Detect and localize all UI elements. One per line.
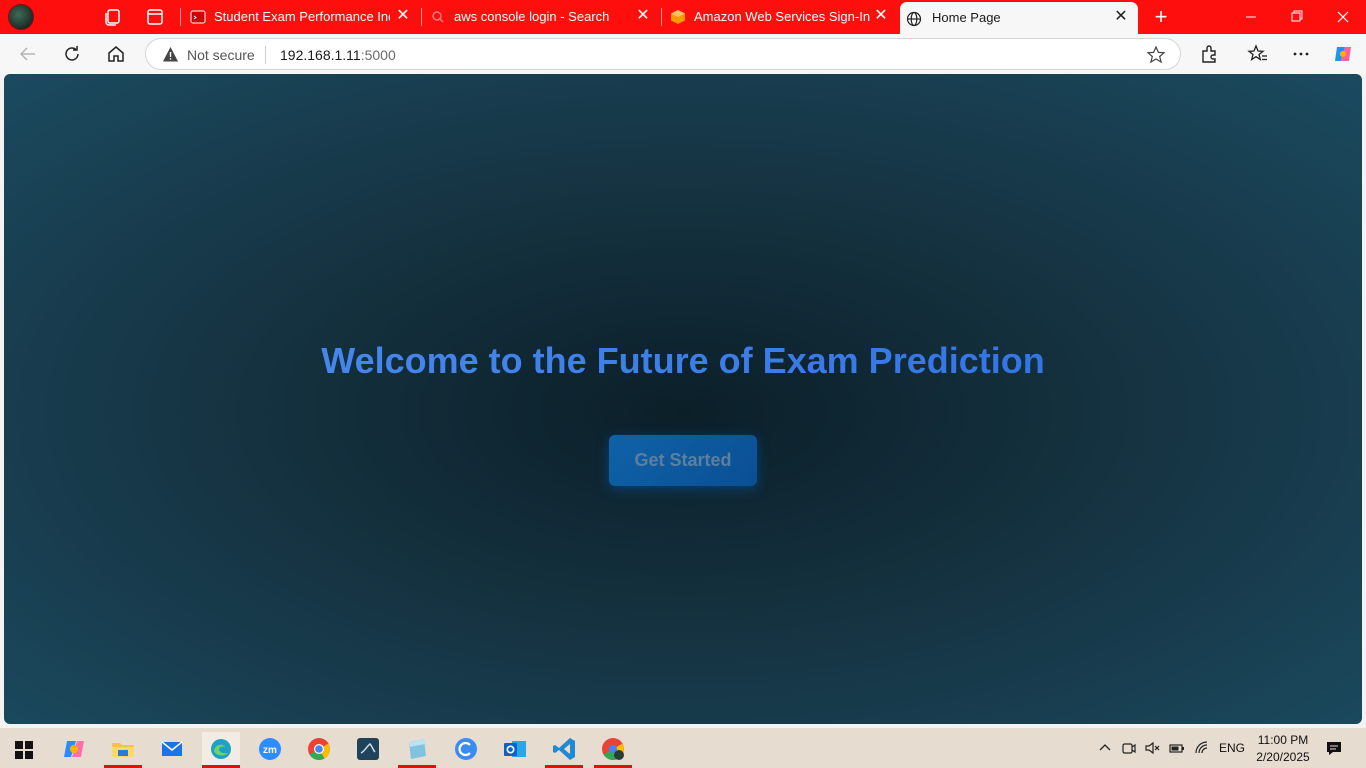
favorite-star-icon[interactable] [1146, 45, 1166, 65]
minimize-button[interactable] [1228, 0, 1274, 34]
new-tab-button[interactable]: + [1150, 6, 1172, 28]
close-window-button[interactable] [1320, 0, 1366, 34]
svg-text:zm: zm [263, 745, 277, 756]
close-tab-icon[interactable]: ✕ [394, 7, 412, 25]
tab-label: aws console login - Search [454, 9, 610, 24]
red-app-icon [190, 9, 206, 25]
file-explorer-icon[interactable] [104, 732, 142, 768]
volume-muted-icon[interactable] [1144, 740, 1160, 756]
profile-avatar[interactable] [8, 4, 34, 30]
mysql-workbench-icon[interactable] [349, 732, 387, 768]
close-tab-icon[interactable]: ✕ [634, 7, 652, 25]
tab-student-exam[interactable]: Student Exam Performance Indica ✕ [182, 0, 420, 34]
hero-heading: Welcome to the Future of Exam Prediction [4, 340, 1362, 382]
mail-icon[interactable] [153, 732, 191, 768]
security-label[interactable]: Not secure [187, 47, 255, 63]
address-bar[interactable]: Not secure 192.168.1.11:5000 [145, 38, 1181, 70]
canva-icon[interactable] [447, 732, 485, 768]
clock-date: 2/20/2025 [1256, 750, 1310, 764]
windows-start-button[interactable] [5, 732, 43, 768]
notifications-icon[interactable] [1325, 739, 1343, 757]
chrome-icon[interactable] [300, 732, 338, 768]
home-icon[interactable] [105, 43, 127, 65]
tab-label: Home Page [932, 10, 1001, 25]
notepad-icon[interactable] [398, 732, 436, 768]
restore-button[interactable] [1274, 0, 1320, 34]
aws-cube-icon [670, 9, 686, 25]
refresh-icon[interactable] [61, 43, 83, 65]
address-toolbar: Not secure 192.168.1.11:5000 [0, 34, 1366, 74]
copilot-app-icon[interactable] [55, 732, 93, 768]
tab-aws-search[interactable]: aws console login - Search ✕ [422, 0, 660, 34]
more-menu-icon[interactable] [1290, 43, 1312, 65]
meet-now-icon[interactable] [1121, 740, 1137, 756]
tab-actions-icon[interactable] [145, 7, 165, 27]
input-language[interactable]: ENG [1219, 741, 1245, 755]
zoom-icon[interactable]: zm [251, 732, 289, 768]
clock-time: 11:00 PM [1257, 733, 1309, 747]
outlook-icon[interactable] [496, 732, 534, 768]
taskbar: zm ENG 11:00 PM 2/20/2025 [0, 728, 1366, 768]
get-started-button[interactable]: Get Started [609, 435, 757, 486]
chrome-profile-icon[interactable] [594, 732, 632, 768]
close-tab-icon[interactable]: ✕ [1112, 8, 1130, 26]
wifi-icon[interactable] [1194, 740, 1210, 756]
battery-icon[interactable] [1169, 740, 1185, 756]
vscode-icon[interactable] [545, 732, 583, 768]
globe-icon [906, 11, 922, 27]
close-tab-icon[interactable]: ✕ [872, 7, 890, 25]
back-arrow-icon[interactable] [17, 43, 39, 65]
search-icon [430, 9, 446, 25]
favorites-icon[interactable] [1247, 43, 1269, 65]
warning-icon[interactable] [162, 46, 179, 63]
system-clock[interactable]: 11:00 PM 2/20/2025 [1252, 732, 1314, 766]
extensions-icon[interactable] [1198, 43, 1220, 65]
page-content: Welcome to the Future of Exam Prediction… [4, 74, 1362, 724]
tab-home-page[interactable]: Home Page ✕ [900, 2, 1138, 34]
copilot-icon[interactable] [1332, 43, 1354, 65]
workspaces-icon[interactable] [103, 7, 123, 27]
show-hidden-icons-chevron-icon[interactable] [1097, 740, 1113, 756]
edge-icon[interactable] [202, 732, 240, 768]
tab-aws-signin[interactable]: Amazon Web Services Sign-In ✕ [662, 0, 898, 34]
url-text[interactable]: 192.168.1.11:5000 [280, 47, 396, 63]
tab-strip: Student Exam Performance Indica ✕ aws co… [0, 0, 1366, 34]
tab-label: Student Exam Performance Indica [214, 9, 390, 24]
tab-label: Amazon Web Services Sign-In [694, 9, 871, 24]
